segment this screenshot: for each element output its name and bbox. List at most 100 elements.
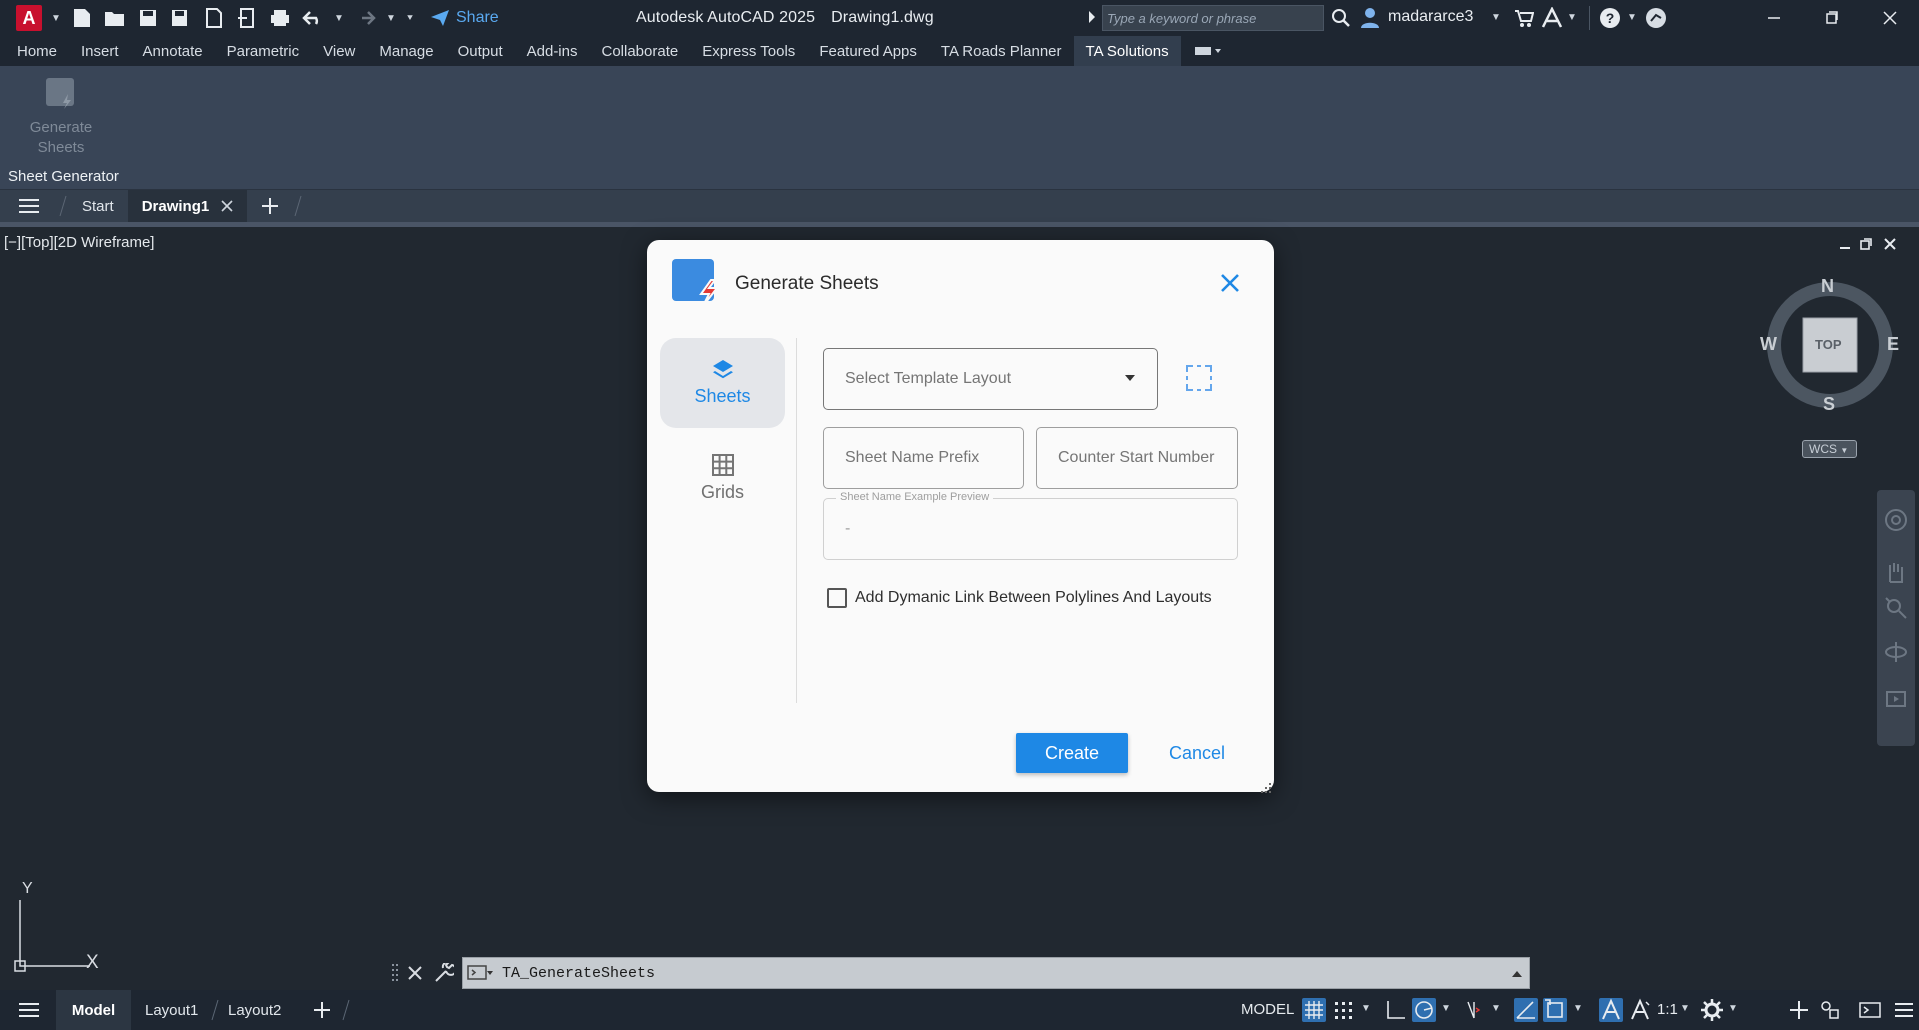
- dynamic-link-checkbox-label[interactable]: Add Dymanic Link Between Polylines And L…: [855, 589, 1212, 607]
- workspace-caret-icon[interactable]: ▼: [1728, 1003, 1738, 1014]
- tab-ta-solutions[interactable]: TA Solutions: [1073, 36, 1181, 66]
- snap-caret-icon[interactable]: ▼: [1361, 1003, 1371, 1014]
- restore-icon[interactable]: [1820, 6, 1844, 30]
- tab-layout1[interactable]: Layout1: [145, 990, 198, 1030]
- close-tab-icon[interactable]: [221, 200, 233, 212]
- zoom-extents-icon[interactable]: [1884, 596, 1908, 620]
- annotation-scale[interactable]: 1:1: [1657, 1001, 1678, 1018]
- app-menu-caret-icon[interactable]: ▼: [51, 6, 61, 30]
- viewport-controls-label[interactable]: [−][Top][2D Wireframe]: [4, 234, 154, 251]
- command-history-icon[interactable]: [467, 965, 493, 981]
- tab-home[interactable]: Home: [5, 36, 69, 66]
- clean-screen-icon[interactable]: [1858, 998, 1882, 1022]
- autocad-app-menu-button[interactable]: A: [16, 5, 42, 31]
- command-line-grip-icon[interactable]: [392, 963, 400, 983]
- ortho-mode-icon[interactable]: [1383, 998, 1407, 1022]
- tab-view[interactable]: View: [311, 36, 367, 66]
- compass-north[interactable]: N: [1821, 276, 1834, 297]
- compass-south[interactable]: S: [1823, 394, 1835, 415]
- tab-featured-apps[interactable]: Featured Apps: [807, 36, 929, 66]
- open-folder-icon[interactable]: [103, 6, 127, 30]
- template-layout-select[interactable]: Select Template Layout: [823, 348, 1158, 410]
- ribbon-display-toggle[interactable]: [1181, 36, 1235, 66]
- close-window-icon[interactable]: [1878, 6, 1902, 30]
- tab-model[interactable]: Model: [56, 990, 131, 1030]
- generate-sheets-ribbon-button[interactable]: Generate Sheets: [22, 76, 100, 164]
- orbit-icon[interactable]: [1884, 640, 1908, 664]
- auto-scale-icon[interactable]: [1628, 998, 1652, 1022]
- customize-wrench-icon[interactable]: [434, 963, 454, 983]
- tab-start[interactable]: Start: [68, 190, 128, 222]
- compass-west[interactable]: W: [1760, 334, 1777, 355]
- showmotion-icon[interactable]: [1884, 686, 1908, 710]
- publish-icon[interactable]: [202, 6, 226, 30]
- tab-collaborate[interactable]: Collaborate: [589, 36, 690, 66]
- save-icon[interactable]: [136, 6, 160, 30]
- dialog-close-icon[interactable]: [1217, 270, 1243, 296]
- viewport-window-controls[interactable]: [1838, 236, 1904, 254]
- search-input[interactable]: Type a keyword or phrase: [1102, 5, 1324, 31]
- isolate-objects-icon[interactable]: [1818, 998, 1842, 1022]
- isodraft-caret-icon[interactable]: ▼: [1491, 1003, 1501, 1014]
- plot-printer-icon[interactable]: [268, 6, 292, 30]
- autodesk-app-store-cart-icon[interactable]: [1514, 8, 1534, 28]
- grid-display-icon[interactable]: [1302, 998, 1326, 1022]
- search-expand-arrow-icon[interactable]: [1088, 10, 1096, 24]
- annotation-monitor-plus-icon[interactable]: [1787, 998, 1811, 1022]
- tab-annotate[interactable]: Annotate: [131, 36, 215, 66]
- workspace-gear-icon[interactable]: [1700, 998, 1724, 1022]
- tab-add-ins[interactable]: Add-ins: [515, 36, 590, 66]
- counter-start-number-input[interactable]: Counter Start Number: [1036, 427, 1238, 489]
- layout-menu-icon[interactable]: [18, 1002, 40, 1018]
- help-caret-icon[interactable]: ▼: [1627, 12, 1637, 23]
- redo-caret-icon[interactable]: ▼: [386, 6, 396, 30]
- view-cube[interactable]: N S E W TOP: [1755, 270, 1905, 420]
- tab-manage[interactable]: Manage: [367, 36, 445, 66]
- autodesk-account-icon[interactable]: [1541, 7, 1563, 29]
- save-as-icon[interactable]: [169, 6, 193, 30]
- snap-mode-icon[interactable]: [1331, 998, 1355, 1022]
- pan-hand-icon[interactable]: [1884, 560, 1908, 584]
- select-region-icon[interactable]: [1185, 364, 1213, 392]
- polar-tracking-icon[interactable]: [1412, 998, 1436, 1022]
- nav-sheets[interactable]: Sheets: [660, 338, 785, 428]
- undo-caret-icon[interactable]: ▼: [334, 6, 344, 30]
- import-icon[interactable]: [235, 6, 259, 30]
- redo-icon[interactable]: [353, 6, 377, 30]
- tab-drawing1[interactable]: Drawing1: [127, 190, 248, 222]
- account-caret-icon[interactable]: ▼: [1567, 12, 1577, 23]
- customize-qat-icon[interactable]: ⯆: [405, 6, 415, 30]
- object-snap-tracking-icon[interactable]: [1514, 998, 1538, 1022]
- polar-caret-icon[interactable]: ▼: [1441, 1003, 1451, 1014]
- steering-wheel-icon[interactable]: [1884, 508, 1908, 532]
- wcs-menu[interactable]: WCS ▼: [1802, 440, 1857, 458]
- cancel-button[interactable]: Cancel: [1147, 733, 1247, 773]
- tab-insert[interactable]: Insert: [69, 36, 131, 66]
- file-tabs-menu-icon[interactable]: [0, 190, 58, 222]
- view-cube-top-face[interactable]: TOP: [1815, 337, 1842, 352]
- feedback-icon[interactable]: [1645, 7, 1667, 29]
- annotation-visibility-icon[interactable]: [1599, 998, 1623, 1022]
- user-caret-icon[interactable]: ▼: [1491, 12, 1501, 23]
- isodraft-icon[interactable]: [1462, 998, 1486, 1022]
- customization-menu-icon[interactable]: [1892, 998, 1916, 1022]
- scale-caret-icon[interactable]: ▼: [1680, 1003, 1690, 1014]
- dynamic-link-checkbox[interactable]: [827, 588, 847, 608]
- undo-icon[interactable]: [301, 6, 325, 30]
- nav-grids[interactable]: Grids: [660, 440, 785, 530]
- user-name[interactable]: madararce3: [1388, 8, 1473, 26]
- tab-output[interactable]: Output: [446, 36, 515, 66]
- new-file-icon[interactable]: [70, 6, 94, 30]
- help-icon[interactable]: ?: [1599, 7, 1621, 29]
- object-snap-icon[interactable]: [1543, 998, 1567, 1022]
- tab-express-tools[interactable]: Express Tools: [690, 36, 807, 66]
- tab-ta-roads-planner[interactable]: TA Roads Planner: [929, 36, 1074, 66]
- close-command-line-icon[interactable]: [408, 966, 422, 980]
- add-layout-plus-icon[interactable]: [313, 1001, 331, 1019]
- model-space-toggle[interactable]: MODEL: [1241, 1001, 1294, 1018]
- share-button[interactable]: Share: [430, 9, 499, 27]
- create-button[interactable]: Create: [1016, 733, 1128, 773]
- command-expand-icon[interactable]: [1511, 969, 1523, 979]
- sheet-name-prefix-input[interactable]: Sheet Name Prefix: [823, 427, 1024, 489]
- minimize-icon[interactable]: [1762, 6, 1786, 30]
